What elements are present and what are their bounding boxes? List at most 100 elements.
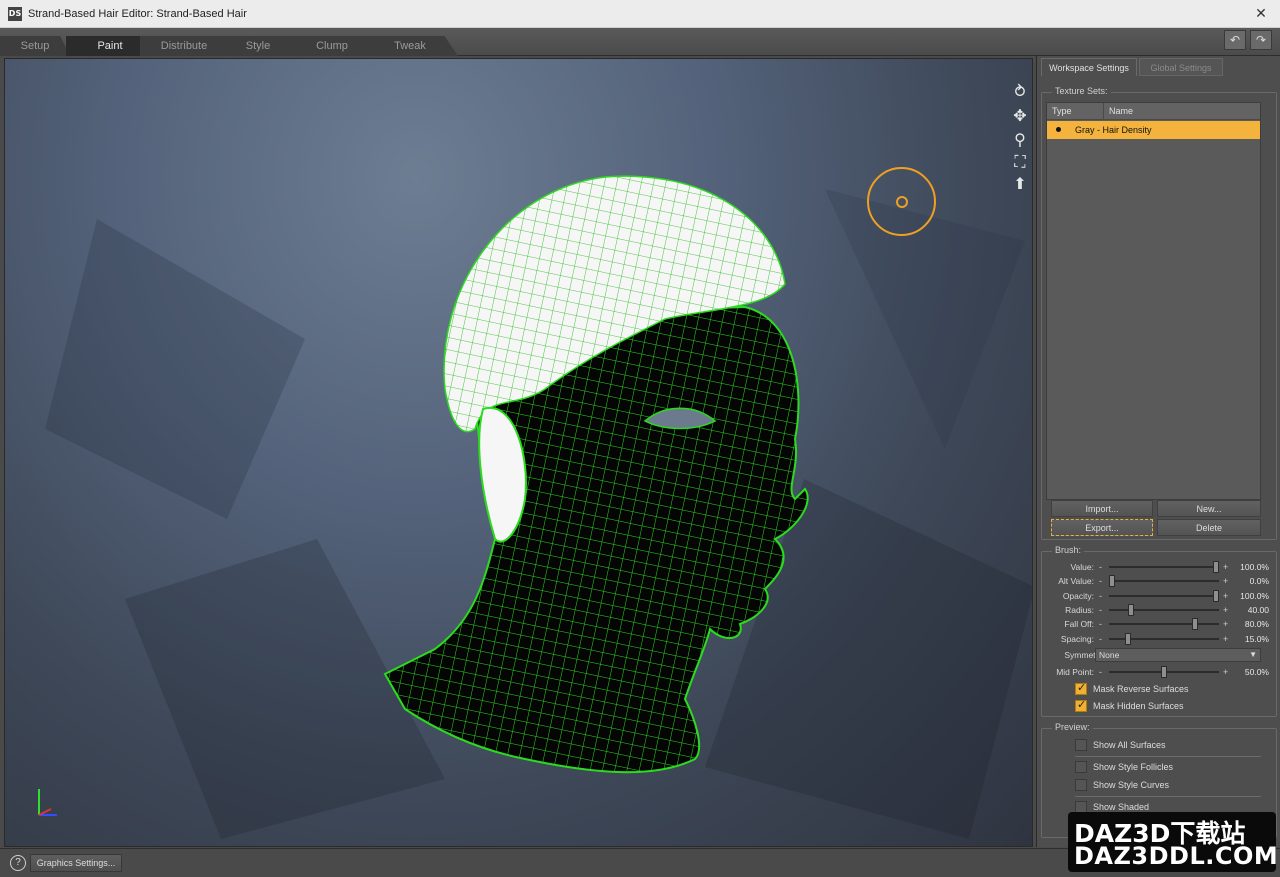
slider-handle[interactable]	[1125, 633, 1131, 645]
3d-viewport[interactable]: ⥁ ✥ ⚲ ⛶ ⬆	[4, 58, 1033, 847]
slider-track[interactable]	[1109, 666, 1219, 678]
tab-global-settings[interactable]: Global Settings	[1139, 58, 1223, 76]
decrement-icon[interactable]: -	[1099, 560, 1102, 574]
checkbox-checked[interactable]	[1075, 681, 1087, 695]
increment-icon[interactable]: +	[1223, 560, 1228, 574]
radius-slider[interactable]: Radius: - +40.00	[1037, 603, 1269, 617]
slider-handle[interactable]	[1192, 618, 1198, 630]
slider-handle[interactable]	[1161, 666, 1167, 678]
texture-set-name: Gray - Hair Density	[1075, 125, 1152, 135]
import-button[interactable]: Import...	[1051, 500, 1153, 517]
help-icon[interactable]: ?	[10, 855, 26, 871]
symmetry-value: None	[1099, 650, 1120, 660]
hair-editor-window: DS Strand-Based Hair Editor: Strand-Base…	[0, 0, 1280, 877]
fall-off-slider[interactable]: Fall Off: - +80.0%	[1037, 617, 1269, 631]
slider-track[interactable]	[1109, 604, 1219, 616]
editor-tab-strip: Setup Paint Distribute Style Clump Tweak	[0, 28, 1280, 56]
checkbox-label: Show Style Follicles	[1093, 762, 1174, 772]
slider-label: Fall Off:	[1064, 619, 1094, 629]
tab-setup[interactable]: Setup	[0, 36, 70, 56]
slider-label: Mid Point:	[1056, 667, 1094, 677]
orbit-icon[interactable]: ⥁	[1009, 83, 1031, 103]
opacity-slider[interactable]: Opacity: - +100.0%	[1037, 589, 1269, 603]
slider-label: Alt Value:	[1058, 576, 1094, 586]
symmetry-dropdown[interactable]: None ▼	[1095, 648, 1261, 662]
slider-handle[interactable]	[1109, 575, 1115, 587]
pan-icon[interactable]: ✥	[1009, 107, 1031, 127]
increment-icon[interactable]: +	[1223, 589, 1228, 603]
checkbox-unchecked[interactable]	[1075, 739, 1087, 751]
export-button[interactable]: Export...	[1051, 519, 1153, 536]
chevron-down-icon: ▼	[1249, 650, 1257, 659]
bullet-icon	[1056, 127, 1061, 132]
brush-cursor-ring	[867, 167, 936, 236]
new-button[interactable]: New...	[1157, 500, 1261, 517]
settings-panel: Workspace Settings Global Settings Textu…	[1036, 56, 1280, 847]
slider-track[interactable]	[1109, 590, 1219, 602]
increment-icon[interactable]: +	[1223, 603, 1228, 617]
decrement-icon[interactable]: -	[1099, 665, 1102, 679]
window-title: Strand-Based Hair Editor: Strand-Based H…	[28, 7, 247, 20]
increment-icon[interactable]: +	[1223, 665, 1228, 679]
undo-button[interactable]: ↶	[1224, 30, 1246, 50]
alt-value-slider[interactable]: Alt Value: - +0.0%	[1037, 574, 1269, 588]
divider	[1075, 796, 1261, 797]
preview-label: Preview:	[1052, 722, 1093, 732]
checkbox-label: Mask Reverse Surfaces	[1093, 684, 1189, 694]
slider-label: Opacity:	[1062, 591, 1094, 601]
axis-gizmo-icon	[38, 789, 57, 816]
checkbox-label: Show Style Curves	[1093, 780, 1170, 790]
checkbox-unchecked[interactable]	[1075, 761, 1087, 773]
slider-track[interactable]	[1109, 633, 1219, 645]
tab-workspace-settings[interactable]: Workspace Settings	[1041, 58, 1137, 76]
close-button[interactable]: ✕	[1252, 4, 1270, 22]
decrement-icon[interactable]: -	[1099, 603, 1102, 617]
slider-value[interactable]: 0.0%	[1229, 574, 1269, 588]
decrement-icon[interactable]: -	[1099, 589, 1102, 603]
slider-label: Spacing:	[1060, 634, 1094, 644]
slider-value[interactable]: 15.0%	[1229, 632, 1269, 646]
increment-icon[interactable]: +	[1223, 632, 1228, 646]
slider-value[interactable]: 100.0%	[1229, 589, 1269, 603]
slider-track[interactable]	[1109, 618, 1219, 630]
slider-track[interactable]	[1109, 561, 1219, 573]
spacing-slider[interactable]: Spacing: - +15.0%	[1037, 632, 1269, 646]
zoom-icon[interactable]: ⚲	[1009, 131, 1031, 151]
checkbox-label: Show All Surfaces	[1093, 740, 1166, 750]
texture-list-header: Type Name	[1047, 103, 1260, 120]
slider-value[interactable]: 80.0%	[1229, 617, 1269, 631]
texture-set-row[interactable]: Gray - Hair Density	[1047, 121, 1260, 139]
column-name[interactable]: Name	[1104, 103, 1260, 120]
slider-value[interactable]: 50.0%	[1229, 665, 1269, 679]
decrement-icon[interactable]: -	[1099, 632, 1102, 646]
watermark-line-2: DAZ3DDL.COM	[1074, 842, 1279, 870]
slider-handle[interactable]	[1128, 604, 1134, 616]
decrement-icon[interactable]: -	[1099, 574, 1102, 588]
delete-button[interactable]: Delete	[1157, 519, 1261, 536]
home-icon[interactable]: ⬆	[1009, 175, 1031, 195]
checkbox-checked[interactable]	[1075, 698, 1087, 712]
slider-value[interactable]: 100.0%	[1229, 560, 1269, 574]
column-type[interactable]: Type	[1047, 103, 1104, 120]
texture-sets-list[interactable]: Type Name Gray - Hair Density	[1046, 102, 1261, 500]
watermark: DAZ3D下载站 DAZ3DDL.COM	[1068, 812, 1279, 872]
increment-icon[interactable]: +	[1223, 574, 1228, 588]
title-bar: DS Strand-Based Hair Editor: Strand-Base…	[0, 0, 1280, 28]
texture-sets-label: Texture Sets:	[1052, 86, 1111, 96]
divider	[1075, 756, 1261, 757]
value-slider[interactable]: Value: - +100.0%	[1037, 560, 1269, 574]
increment-icon[interactable]: +	[1223, 617, 1228, 631]
slider-track[interactable]	[1109, 575, 1219, 587]
checkbox-label: Mask Hidden Surfaces	[1093, 701, 1184, 711]
graphics-settings-button[interactable]: Graphics Settings...	[30, 854, 122, 872]
redo-button[interactable]: ↷	[1250, 30, 1272, 50]
slider-handle[interactable]	[1213, 590, 1219, 602]
tab-tweak[interactable]: Tweak	[362, 36, 458, 56]
frame-icon[interactable]: ⛶	[1009, 153, 1031, 173]
decrement-icon[interactable]: -	[1099, 617, 1102, 631]
checkbox-unchecked[interactable]	[1075, 779, 1087, 791]
slider-label: Radius:	[1065, 605, 1094, 615]
slider-value[interactable]: 40.00	[1229, 603, 1269, 617]
slider-handle[interactable]	[1213, 561, 1219, 573]
mid-point-slider[interactable]: Mid Point: - + 50.0%	[1037, 665, 1269, 679]
